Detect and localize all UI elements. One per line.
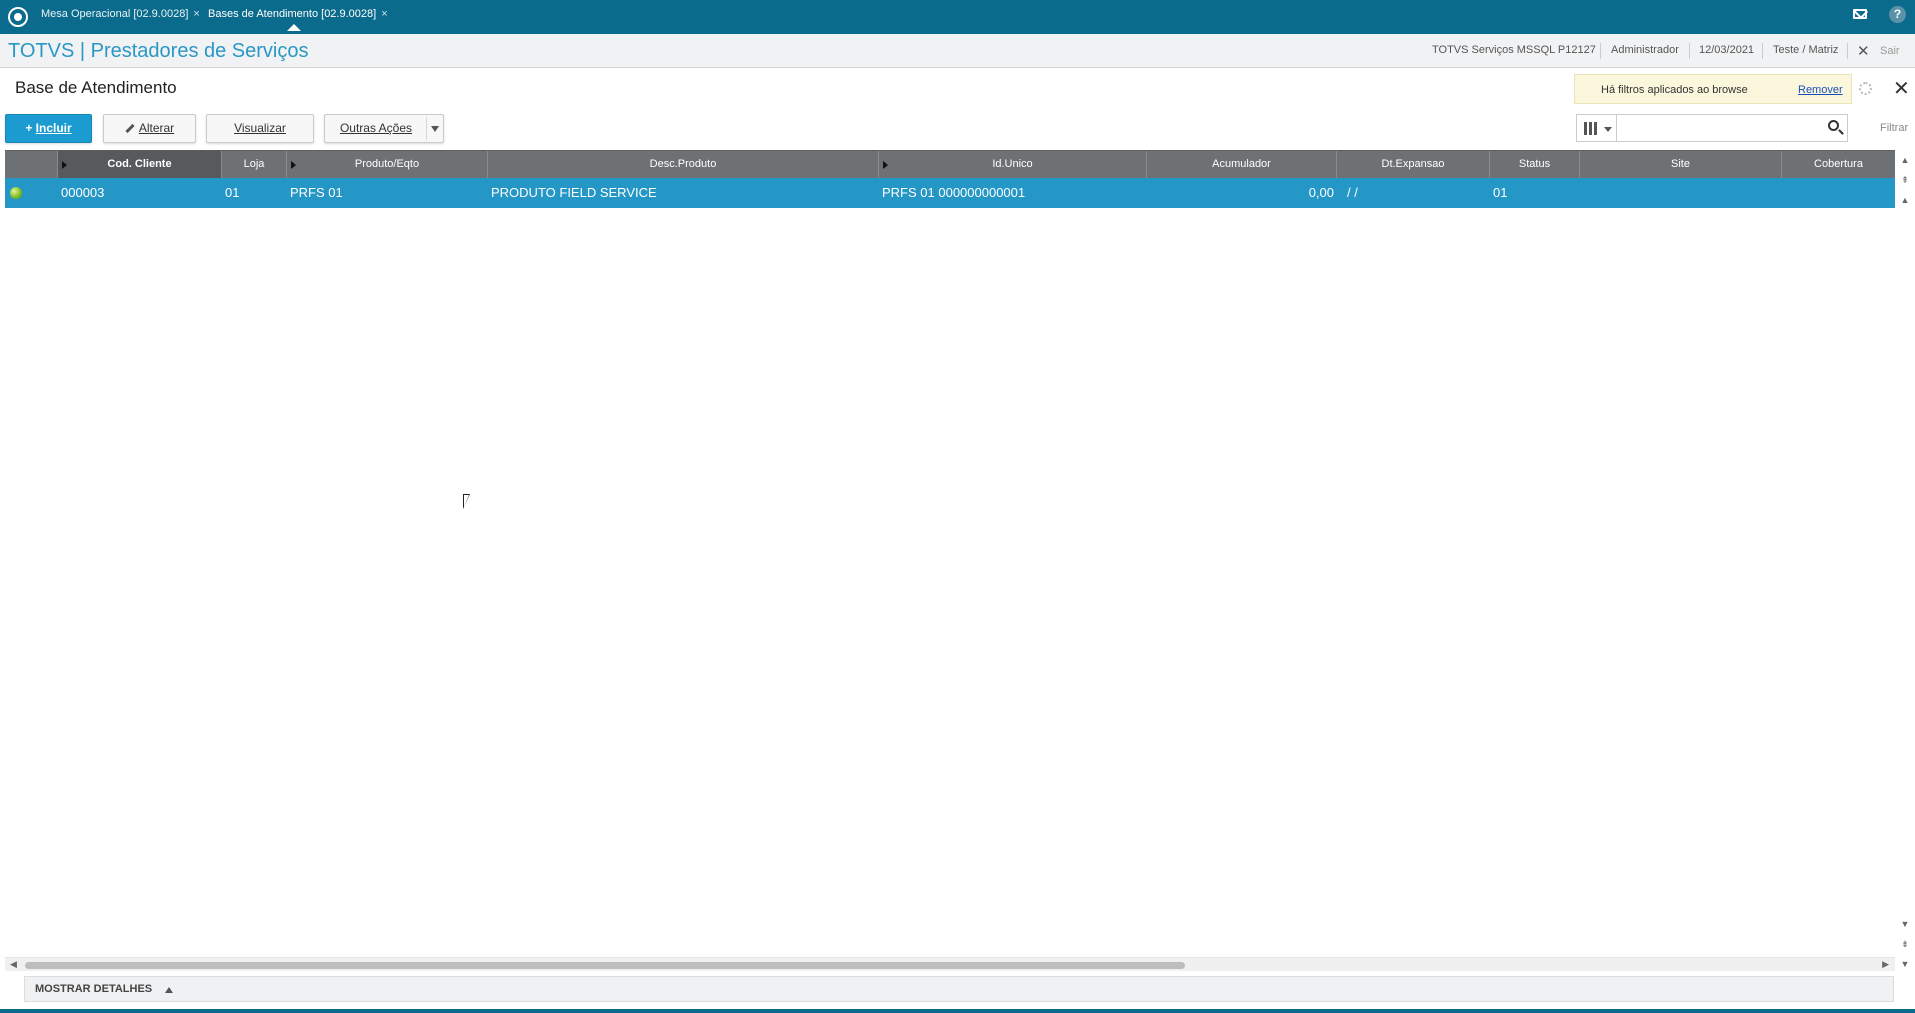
cell-produto[interactable]: PRFS 01 — [287, 178, 488, 208]
pencil-icon — [125, 124, 135, 134]
show-details-label: MOSTRAR DETALHES — [35, 983, 153, 995]
mail-icon[interactable] — [1853, 9, 1867, 19]
divider — [1600, 43, 1601, 59]
include-button[interactable]: + Incluir — [5, 114, 92, 143]
horizontal-scrollbar[interactable]: ◀ ▶ — [5, 957, 1895, 971]
cell-desc-produto[interactable]: PRODUTO FIELD SERVICE — [488, 178, 879, 208]
column-header[interactable]: Loja — [222, 151, 287, 178]
scroll-up-icon[interactable]: ▲ — [1898, 193, 1912, 207]
app-title: TOTVS | Prestadores de Serviços — [8, 40, 309, 62]
column-label: Cod. Cliente — [107, 158, 172, 170]
app-header: TOTVS | Prestadores de Serviços TOTVS Se… — [0, 34, 1915, 68]
user-label: Administrador — [1611, 44, 1679, 56]
cell-status[interactable]: 01 — [1490, 178, 1580, 208]
expand-arrow-icon — [291, 161, 296, 169]
search-input[interactable] — [1617, 114, 1848, 142]
column-header[interactable]: Produto/Eqto — [287, 151, 488, 178]
column-header[interactable]: Site — [1580, 151, 1782, 178]
filter-notice: Há filtros aplicados ao browse Remover — [1574, 74, 1852, 104]
filter-button[interactable]: Filtrar — [1880, 122, 1908, 134]
cell-id-unico[interactable]: PRFS 01 000000000001 — [879, 178, 1147, 208]
close-icon[interactable]: ✕ — [1893, 76, 1910, 101]
column-label: Dt.Expansao — [1381, 158, 1445, 170]
remove-filter-link[interactable]: Remover — [1798, 84, 1843, 96]
divider — [1762, 43, 1763, 59]
more-actions-label: Outras Ações — [339, 121, 413, 135]
top-tab-bar: Mesa Operacional [02.9.0028] × Bases de A… — [0, 0, 1915, 34]
active-tab-indicator — [287, 24, 301, 31]
view-button[interactable]: Visualizar — [206, 114, 314, 143]
column-label: Status — [1518, 158, 1551, 170]
exit-button[interactable]: Sair — [1880, 45, 1900, 57]
date-label: 12/03/2021 — [1699, 44, 1755, 56]
column-label: Id.Unico — [992, 158, 1033, 170]
tab-label: Bases de Atendimento [02.9.0028] — [208, 8, 377, 20]
column-header[interactable]: Dt.Expansao — [1337, 151, 1490, 178]
chevron-down-icon — [1604, 127, 1612, 132]
scroll-left-icon[interactable]: ◀ — [10, 959, 17, 970]
divider — [1847, 43, 1848, 59]
page-title: Base de Atendimento — [15, 78, 177, 97]
scroll-bottom-icon[interactable]: ▼ — [1898, 957, 1912, 971]
scroll-down-icon[interactable]: ▼ — [1898, 917, 1912, 931]
more-actions-button[interactable]: Outras Ações — [324, 114, 444, 143]
mouse-cursor-icon — [463, 494, 470, 509]
cell-loja[interactable]: 01 — [222, 178, 287, 208]
chevron-down-icon[interactable] — [431, 126, 439, 132]
environment-label: TOTVS Serviços MSSQL P12127 — [1432, 44, 1596, 56]
chevron-up-icon — [165, 987, 173, 993]
sort-arrow-icon — [62, 161, 67, 169]
scroll-page-up-icon[interactable]: ⇞ — [1898, 173, 1912, 187]
scrollbar-thumb[interactable] — [25, 962, 1185, 969]
gear-icon[interactable] — [1859, 82, 1872, 95]
include-label: Incluir — [35, 121, 72, 135]
column-label: Produto/Eqto — [354, 158, 420, 170]
column-label: Acumulador — [1212, 158, 1271, 170]
grid-header: Cod. Cliente Loja Produto/Eqto Desc.Prod… — [5, 150, 1895, 178]
scroll-right-icon[interactable]: ▶ — [1882, 959, 1889, 970]
scroll-page-down-icon[interactable]: ⇟ — [1898, 937, 1912, 951]
search-icon[interactable] — [1828, 120, 1839, 131]
view-label: Visualizar — [234, 121, 286, 135]
plus-icon: + — [25, 121, 36, 135]
cell-cobertura[interactable] — [1782, 178, 1895, 208]
column-header[interactable]: Desc.Produto — [488, 151, 879, 178]
expand-arrow-icon — [883, 161, 888, 169]
column-label: Site — [1671, 158, 1690, 170]
column-header[interactable]: Status — [1490, 151, 1580, 178]
details-panel-toggle[interactable]: MOSTRAR DETALHES — [24, 976, 1894, 1002]
column-label: Loja — [243, 158, 265, 170]
tab-mesa-operacional[interactable]: Mesa Operacional [02.9.0028] × — [35, 0, 206, 28]
help-icon[interactable]: ? — [1889, 6, 1906, 23]
cell-acumulador[interactable]: 0,00 — [1147, 178, 1337, 208]
cell-dt-expansao[interactable]: / / — [1337, 178, 1490, 208]
column-status[interactable] — [5, 151, 58, 178]
branch-label[interactable]: Teste / Matriz — [1773, 44, 1838, 56]
edit-button[interactable]: Alterar — [103, 114, 196, 143]
exit-icon[interactable]: ✕ — [1857, 42, 1870, 60]
totvs-logo-icon[interactable] — [8, 7, 28, 27]
filter-notice-text: Há filtros aplicados ao browse — [1601, 84, 1748, 96]
column-config-button[interactable] — [1576, 114, 1617, 142]
divider — [1689, 43, 1690, 59]
column-header[interactable]: Acumulador — [1147, 151, 1337, 178]
column-header[interactable]: Cod. Cliente — [58, 151, 222, 178]
tab-label: Mesa Operacional [02.9.0028] — [41, 8, 189, 20]
scroll-top-icon[interactable]: ▲ — [1898, 153, 1912, 167]
cell-cod-cliente[interactable]: 000003 — [58, 178, 222, 208]
column-label: Desc.Produto — [649, 158, 717, 170]
cell-site[interactable] — [1580, 178, 1782, 208]
columns-icon — [1584, 122, 1598, 135]
column-header[interactable]: Id.Unico — [879, 151, 1147, 178]
table-row[interactable]: 000003 01 PRFS 01 PRODUTO FIELD SERVICE … — [5, 178, 1895, 208]
bottom-border — [0, 1009, 1915, 1013]
divider — [426, 117, 427, 140]
column-header[interactable]: Cobertura — [1782, 151, 1895, 178]
edit-label: Alterar — [138, 121, 175, 135]
tab-close-icon[interactable]: × — [381, 8, 387, 20]
status-legend-icon[interactable] — [10, 187, 22, 199]
tab-close-icon[interactable]: × — [193, 8, 199, 20]
column-label: Cobertura — [1814, 158, 1863, 170]
